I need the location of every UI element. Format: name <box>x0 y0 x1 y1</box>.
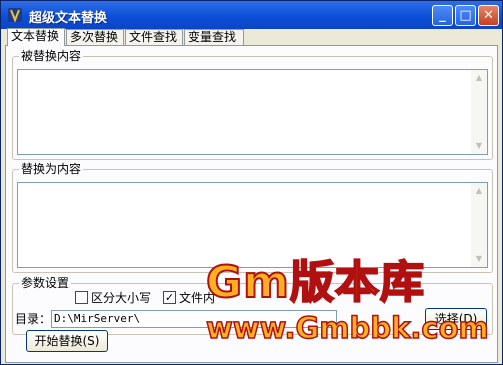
scroll-down-icon[interactable]: ▼ <box>471 138 487 154</box>
tab-text-replace[interactable]: 文本替换 <box>7 28 65 46</box>
scroll-up-icon[interactable]: ▲ <box>471 70 487 86</box>
tab-variable-search[interactable]: 变量查找 <box>184 29 244 45</box>
replace-scrollbar[interactable]: ▲ ▼ <box>471 183 487 267</box>
start-replace-button[interactable]: 开始替换(S) <box>26 330 108 352</box>
tab-multi-replace[interactable]: 多次替换 <box>66 29 124 45</box>
case-sensitive-checkbox[interactable] <box>75 291 88 304</box>
directory-label: 目录： <box>15 312 52 326</box>
window-title: 超级文本替换 <box>29 11 108 26</box>
close-button[interactable]: ✕ <box>478 5 499 26</box>
minimize-button[interactable]: _ <box>432 5 453 26</box>
directory-input[interactable]: D:\MirServer\ <box>51 310 337 328</box>
select-directory-button[interactable]: 选择(D) <box>425 308 487 330</box>
find-group-label: 被替换内容 <box>19 49 84 63</box>
app-window: 超级文本替换 _ □ ✕ 文本替换 多次替换 文件查找 变量查找 被替换内容 ▲… <box>0 0 503 365</box>
find-scrollbar[interactable]: ▲ ▼ <box>471 70 487 154</box>
replace-group: 替换为内容 ▲ ▼ <box>12 162 493 273</box>
replace-textarea[interactable]: ▲ ▼ <box>17 182 488 268</box>
file-option-checkbox[interactable]: ✓ <box>163 291 176 304</box>
tab-panel: 被替换内容 ▲ ▼ 替换为内容 ▲ ▼ 参数设置 区分大小写 ✓ 文件内 目录：… <box>5 45 498 363</box>
file-option-label: 文件内 <box>179 291 216 305</box>
find-textarea[interactable]: ▲ ▼ <box>17 69 488 155</box>
maximize-button[interactable]: □ <box>455 5 476 26</box>
scroll-up-icon[interactable]: ▲ <box>471 183 487 199</box>
params-group-label: 参数设置 <box>19 276 72 290</box>
title-bar[interactable]: 超级文本替换 _ □ ✕ <box>1 1 502 29</box>
replace-group-label: 替换为内容 <box>19 162 84 176</box>
scroll-down-icon[interactable]: ▼ <box>471 251 487 267</box>
find-group: 被替换内容 ▲ ▼ <box>12 49 493 160</box>
params-group: 参数设置 区分大小写 ✓ 文件内 目录： D:\MirServer\ 选择(D) <box>12 276 493 335</box>
app-icon <box>8 8 22 23</box>
case-sensitive-label: 区分大小写 <box>91 291 152 305</box>
tab-file-search[interactable]: 文件查找 <box>125 29 183 45</box>
